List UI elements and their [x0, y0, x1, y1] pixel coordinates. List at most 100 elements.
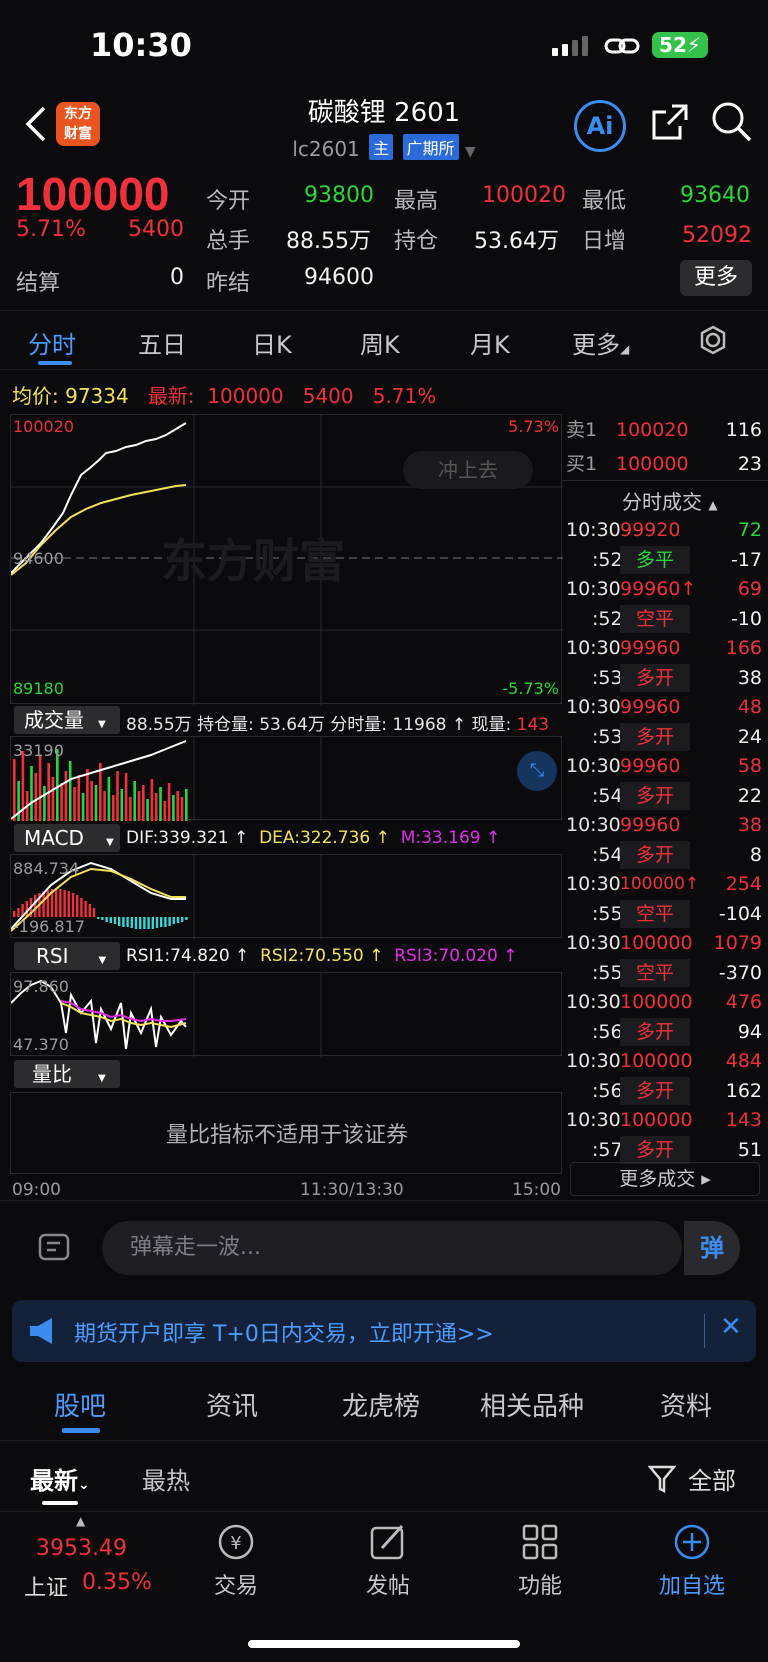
volume-selector-box[interactable]: 成交量 ▼ [14, 706, 120, 734]
ai-assistant-button[interactable]: Ai [574, 100, 626, 152]
rsi-chart: 97.860 47.370 [10, 972, 562, 1057]
bid-price: 100000 [616, 453, 689, 475]
volume-bar [90, 781, 93, 821]
tick-type: 多开 [620, 663, 690, 692]
filter-icon[interactable] [648, 1465, 676, 1493]
nav-trade[interactable]: 交易 [186, 1568, 286, 1600]
tick-row: :52 空平 -10 [562, 604, 762, 633]
macd-selector-box[interactable]: MACD ▼ [14, 824, 120, 852]
nav-functions[interactable]: 功能 [490, 1568, 590, 1600]
tick-row: :56 多开 162 [562, 1076, 762, 1105]
tab-more[interactable]: 更多◢ [572, 325, 629, 360]
index-value[interactable]: 3953.49 [36, 1536, 127, 1561]
volume-bar [13, 759, 16, 821]
danmaku-settings-icon[interactable] [38, 1231, 72, 1265]
macd-bar [80, 898, 83, 917]
tick-price: 99960 [620, 696, 681, 718]
volume-bar [137, 791, 141, 821]
macd-bar [139, 917, 142, 929]
tick-volume: 38 [737, 666, 762, 689]
tab-news[interactable]: 资讯 [206, 1386, 258, 1423]
macd-bar [122, 917, 125, 927]
macd-indicator-selector[interactable]: MACD ▼ [14, 824, 120, 852]
filter-all[interactable]: 全部 [688, 1461, 736, 1496]
price-axis-top: 100020 [13, 417, 75, 436]
promo-banner[interactable]: 期货开户即享 T+0日内交易，立即开通>> ✕ [12, 1300, 756, 1362]
tab-weekly-k[interactable]: 周K [360, 325, 400, 360]
functions-icon[interactable] [490, 1522, 590, 1569]
intraday-price-chart[interactable]: 100020 5.73% 94600 89180 -5.73% 冲上去 东方财富 [10, 414, 563, 705]
expand-chart-icon[interactable]: ⤡ [517, 751, 557, 791]
bid-row: 买1 100000 23 [562, 450, 762, 478]
nav-add-watch[interactable]: 加自选 [642, 1568, 742, 1600]
tab-forum[interactable]: 股吧 [54, 1386, 106, 1423]
tick-time: 10:30 [566, 991, 621, 1013]
rsi-selector-box[interactable]: RSI ▼ [14, 942, 120, 970]
add-watch-icon[interactable] [642, 1522, 742, 1569]
tab-related[interactable]: 相关品种 [480, 1386, 584, 1423]
danmaku-toggle-button[interactable]: 弹 [684, 1221, 740, 1275]
rally-hint-bubble[interactable]: 冲上去 [403, 451, 533, 489]
tab-intraday[interactable]: 分时 [28, 325, 76, 360]
trade-icon[interactable]: ¥ [186, 1522, 286, 1569]
index-pct[interactable]: 0.35% [82, 1570, 152, 1595]
pct-axis-top: 5.73% [508, 417, 559, 436]
ticks-header[interactable]: 分时成交 ▲ [622, 486, 718, 515]
danmaku-input[interactable]: 弹幕走一波... [102, 1221, 682, 1275]
macd-chart-svg [11, 855, 322, 939]
tick-price: 99920 [620, 519, 681, 541]
tick-volume: 1079 [713, 932, 762, 954]
sort-indicator [42, 1501, 78, 1505]
share-icon[interactable] [650, 102, 690, 142]
index-name[interactable]: 上证 [24, 1570, 68, 1602]
search-icon[interactable] [710, 100, 754, 144]
forum-sort-bar: 最新⌄ 最热 全部 [0, 1440, 768, 1512]
volume-bar [107, 777, 111, 821]
macd-bar [84, 901, 87, 917]
close-icon[interactable]: ✕ [720, 1312, 742, 1342]
tab-monthly-k[interactable]: 月K [470, 325, 510, 360]
last-value: 100000 [207, 384, 284, 408]
open-interest-value: 53.64万 [474, 229, 559, 254]
tick-row: :54 多开 22 [562, 781, 762, 810]
macd-bar [109, 917, 112, 923]
open-interest-label: 持仓 [394, 229, 439, 254]
volume-bar [124, 773, 128, 821]
post-icon[interactable] [338, 1522, 438, 1569]
svg-text:¥: ¥ [230, 1533, 241, 1554]
rsi-indicator-selector[interactable]: RSI ▼ [14, 942, 120, 970]
volume-bar [159, 787, 162, 821]
tab-five-day[interactable]: 五日 [138, 325, 186, 360]
tick-volume: 8 [749, 843, 762, 866]
open-label: 今开 [206, 189, 251, 214]
more-ticks-button[interactable]: 更多成交 ▸ [570, 1162, 760, 1196]
sort-latest[interactable]: 最新⌄ [30, 1461, 90, 1496]
volume-bar [77, 775, 81, 821]
macd-bar [92, 908, 96, 917]
volume-stats-text: 88.55万 持仓量: 53.64万 分时量: 11968 ↑ 现量: [126, 715, 512, 735]
tick-row: :52 多平 -17 [562, 545, 762, 574]
tick-list: 10:30 99920 72:52 多平 -17 10:30 99960↑ 69:52 空平 -1… [562, 516, 768, 1164]
settings-gear-icon[interactable] [698, 325, 728, 355]
ratio-selector-box[interactable]: 量比 ▼ [14, 1060, 120, 1088]
volume-bar [180, 797, 184, 821]
high-value: 100020 [482, 183, 566, 208]
tick-time: 10:30 [566, 1109, 621, 1131]
tick-type: 多开 [620, 781, 690, 810]
tab-dragon-tiger[interactable]: 龙虎榜 [342, 1386, 420, 1423]
tab-profile[interactable]: 资料 [660, 1386, 712, 1423]
tick-row: 10:30 99960 38 [562, 811, 762, 839]
volume-indicator-selector[interactable]: 成交量 ▼ [14, 706, 120, 734]
sort-hot[interactable]: 最热 [142, 1461, 190, 1496]
ratio-indicator-selector[interactable]: 量比 ▼ [14, 1060, 120, 1088]
tick-type: 多开 [620, 1135, 690, 1164]
macd-bar [17, 908, 20, 917]
tick-row: :55 空平 -104 [562, 899, 762, 928]
tab-daily-k[interactable]: 日K [252, 325, 292, 360]
more-quote-button[interactable]: 更多 [680, 260, 752, 296]
last-label: 最新: [147, 384, 195, 408]
tick-volume: 58 [737, 755, 762, 777]
tick-price: 99960↑ [620, 578, 697, 600]
nav-post[interactable]: 发帖 [338, 1568, 438, 1600]
tick-time: 10:30 [566, 814, 621, 836]
